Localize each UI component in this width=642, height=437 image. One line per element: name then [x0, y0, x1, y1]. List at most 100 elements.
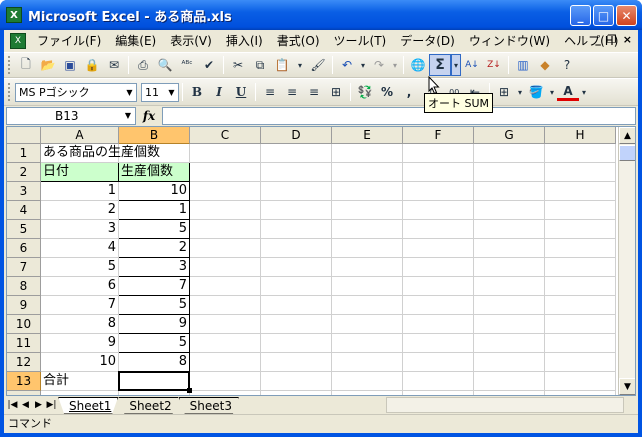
- cell-date-value[interactable]: 10: [41, 353, 119, 372]
- row-header-5[interactable]: 5: [7, 220, 41, 239]
- cell[interactable]: [261, 201, 332, 220]
- menu-edit[interactable]: 編集(E): [108, 31, 163, 51]
- menu-window[interactable]: ウィンドウ(W): [462, 31, 557, 51]
- fill-color-icon[interactable]: 🪣: [525, 81, 547, 103]
- cell[interactable]: [190, 334, 261, 353]
- cell-date-value[interactable]: 3: [41, 220, 119, 239]
- excel-app-icon[interactable]: X: [6, 7, 22, 23]
- cell[interactable]: [190, 258, 261, 277]
- cell[interactable]: [190, 372, 261, 391]
- cell[interactable]: [403, 296, 474, 315]
- cell[interactable]: [332, 182, 403, 201]
- comma-icon[interactable]: ,: [398, 81, 420, 103]
- scroll-down-icon[interactable]: ▼: [619, 378, 635, 395]
- undo-dropdown-icon[interactable]: ▾: [358, 54, 368, 76]
- bold-icon[interactable]: B: [186, 81, 208, 103]
- row-header-10[interactable]: 10: [7, 315, 41, 334]
- cell-count-value[interactable]: 5: [119, 220, 190, 239]
- maximize-button[interactable]: □: [593, 5, 614, 26]
- cell-date-value[interactable]: 4: [41, 239, 119, 258]
- cell[interactable]: [332, 277, 403, 296]
- cell-date-value[interactable]: 1: [41, 182, 119, 201]
- last-sheet-icon[interactable]: ▶|: [45, 400, 58, 410]
- cell[interactable]: [190, 220, 261, 239]
- cut-icon[interactable]: ✂: [227, 54, 249, 76]
- cell[interactable]: [332, 315, 403, 334]
- row-header-13[interactable]: 13: [7, 372, 41, 391]
- active-cell-b13[interactable]: [118, 371, 190, 391]
- cell[interactable]: [474, 277, 545, 296]
- cell[interactable]: [261, 239, 332, 258]
- cell[interactable]: [474, 372, 545, 391]
- cell[interactable]: [261, 315, 332, 334]
- cell-date-value[interactable]: 8: [41, 315, 119, 334]
- prev-sheet-icon[interactable]: ◀: [19, 400, 32, 410]
- spelling-icon[interactable]: ᴬᴮᶜ: [176, 54, 198, 76]
- row-header-11[interactable]: 11: [7, 334, 41, 353]
- italic-icon[interactable]: I: [208, 81, 230, 103]
- menu-data[interactable]: データ(D): [393, 31, 462, 51]
- cell[interactable]: [403, 258, 474, 277]
- cell[interactable]: [261, 163, 332, 182]
- column-header-e[interactable]: E: [332, 127, 403, 144]
- cell-count-value[interactable]: 5: [119, 334, 190, 353]
- cell[interactable]: [332, 258, 403, 277]
- insert-function-icon[interactable]: fx: [136, 109, 162, 123]
- align-right-icon[interactable]: ≡: [303, 81, 325, 103]
- cell[interactable]: [474, 334, 545, 353]
- email-icon[interactable]: ✉: [103, 54, 125, 76]
- new-icon[interactable]: 🗋: [15, 54, 37, 76]
- research-icon[interactable]: ✔: [198, 54, 220, 76]
- row-header-7[interactable]: 7: [7, 258, 41, 277]
- cell[interactable]: [545, 201, 616, 220]
- cell[interactable]: [332, 239, 403, 258]
- align-left-icon[interactable]: ≡: [259, 81, 281, 103]
- cell[interactable]: [190, 163, 261, 182]
- paste-icon[interactable]: 📋: [271, 54, 293, 76]
- first-sheet-icon[interactable]: |◀: [6, 400, 19, 410]
- cell[interactable]: [474, 163, 545, 182]
- cell[interactable]: [545, 258, 616, 277]
- sheet-tab-sheet2[interactable]: Sheet2: [118, 397, 178, 414]
- cell-count-value[interactable]: 1: [119, 201, 190, 220]
- align-center-icon[interactable]: ≡: [281, 81, 303, 103]
- cell[interactable]: [403, 182, 474, 201]
- row-header-9[interactable]: 9: [7, 296, 41, 315]
- help-icon[interactable]: ?: [556, 54, 578, 76]
- cell[interactable]: [545, 372, 616, 391]
- currency-icon[interactable]: 💱: [354, 81, 376, 103]
- cell[interactable]: [261, 182, 332, 201]
- cell-b2-header[interactable]: 生産個数: [119, 163, 190, 182]
- autosum-dropdown-icon[interactable]: ▾: [451, 54, 461, 76]
- cell[interactable]: [403, 201, 474, 220]
- format-painter-brush-icon[interactable]: 🖌: [307, 54, 329, 76]
- cell[interactable]: [403, 239, 474, 258]
- sort-descending-icon[interactable]: Z↓: [483, 54, 505, 76]
- cell[interactable]: [261, 334, 332, 353]
- cell[interactable]: [474, 144, 545, 163]
- cell[interactable]: [332, 353, 403, 372]
- copy-icon[interactable]: ⧉: [249, 54, 271, 76]
- borders-icon[interactable]: ⊞: [493, 81, 515, 103]
- cell[interactable]: [545, 239, 616, 258]
- cell[interactable]: [403, 372, 474, 391]
- save-icon[interactable]: ▣: [59, 54, 81, 76]
- cell[interactable]: [545, 315, 616, 334]
- chevron-down-icon[interactable]: ▼: [123, 84, 136, 101]
- formula-input[interactable]: [162, 107, 636, 125]
- cell[interactable]: [190, 296, 261, 315]
- menu-insert[interactable]: 挿入(I): [219, 31, 270, 51]
- sheet-tab-sheet3[interactable]: Sheet3: [179, 397, 239, 414]
- font-size-select[interactable]: 11 ▼: [141, 82, 179, 102]
- column-header-a[interactable]: A: [41, 127, 119, 144]
- row-header-8[interactable]: 8: [7, 277, 41, 296]
- column-header-c[interactable]: C: [190, 127, 261, 144]
- fill-color-dropdown-icon[interactable]: ▾: [547, 81, 557, 103]
- vertical-scrollbar[interactable]: ▲ ▼: [618, 127, 635, 395]
- permission-icon[interactable]: 🔒: [81, 54, 103, 76]
- menu-file[interactable]: ファイル(F): [30, 31, 108, 51]
- cell[interactable]: [261, 353, 332, 372]
- cell[interactable]: [403, 144, 474, 163]
- column-header-f[interactable]: F: [403, 127, 474, 144]
- cell-date-value[interactable]: 2: [41, 201, 119, 220]
